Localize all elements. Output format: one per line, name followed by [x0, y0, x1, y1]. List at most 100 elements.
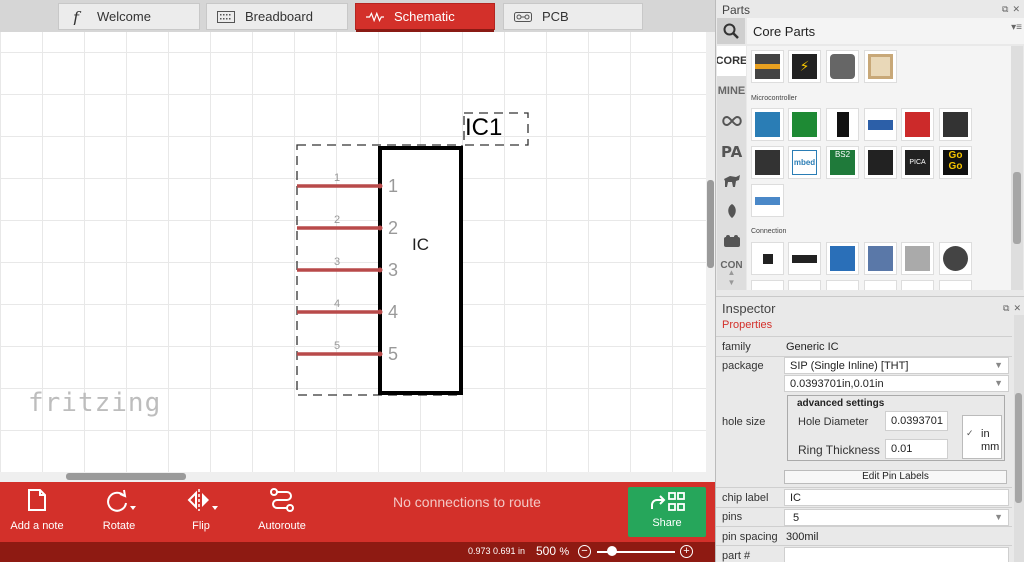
flip-icon	[166, 486, 236, 514]
part-conn-f[interactable]	[939, 280, 972, 290]
part-arduino-uno[interactable]	[751, 108, 784, 141]
tab-schematic[interactable]: Schematic	[355, 3, 495, 32]
part-microbit[interactable]	[939, 108, 972, 141]
zoom-unit: %	[559, 546, 570, 558]
bin-tab-pa[interactable]: PA	[717, 136, 746, 166]
part-lilypad[interactable]	[751, 184, 784, 217]
part-crystal[interactable]	[864, 50, 897, 83]
bin-tab-seeed[interactable]	[717, 196, 746, 226]
property-row-family: family Generic IC	[716, 336, 1012, 356]
part-pica[interactable]: PICA	[901, 146, 934, 179]
scroll-thumb[interactable]	[707, 180, 714, 268]
scroll-thumb[interactable]	[1015, 393, 1022, 503]
ring-thickness-label: Ring Thickness	[798, 443, 880, 457]
pins-select[interactable]: 5 ▼	[784, 509, 1009, 526]
breadboard-icon	[217, 10, 235, 24]
part-mbed[interactable]: mbed	[788, 146, 821, 179]
zoom-level[interactable]: 500 %	[536, 544, 569, 558]
parts-bin-scrollbar[interactable]	[1011, 46, 1023, 290]
hole-size-label: hole size	[722, 416, 766, 428]
zoom-slider-handle[interactable]	[607, 546, 617, 556]
part-number-input[interactable]	[784, 547, 1009, 562]
bin-tab-mine[interactable]: MINE	[717, 76, 746, 106]
chip-label-input[interactable]: IC	[784, 489, 1009, 506]
zoom-out-button[interactable]: −	[578, 545, 591, 558]
pin-2-number: 2	[334, 214, 340, 226]
part-conn-a[interactable]	[751, 280, 784, 290]
part-din[interactable]	[939, 242, 972, 275]
flip-button[interactable]: Flip	[166, 486, 236, 538]
part-conn-d[interactable]	[864, 280, 897, 290]
part-db9[interactable]	[864, 242, 897, 275]
part-bs2[interactable]: BS2	[826, 146, 859, 179]
close-icon[interactable]: ✕	[1012, 4, 1020, 15]
autoroute-button[interactable]: Autoroute	[247, 486, 317, 538]
unit-mm-option[interactable]: mm	[981, 441, 999, 453]
part-matrix-board[interactable]	[751, 146, 784, 179]
part-micro-board[interactable]	[864, 108, 897, 141]
svg-text:f: f	[72, 9, 82, 25]
part-battery[interactable]	[751, 50, 784, 83]
parts-bin-grid: ⚡ Microcontroller mbed BS2 PICA Go Go Con…	[747, 46, 1015, 290]
unit-in-option[interactable]: in	[981, 428, 990, 440]
tab-breadboard[interactable]: Breadboard	[206, 3, 348, 30]
scroll-thumb[interactable]	[1013, 172, 1021, 244]
unit-selector[interactable]: ✓ in mm	[962, 415, 1002, 459]
canvas-vertical-scrollbar[interactable]	[706, 32, 715, 482]
hole-size-select[interactable]: 0.0393701in,0.01in ▼	[784, 375, 1009, 392]
schematic-icon	[366, 10, 384, 24]
pins-label: pins	[722, 511, 743, 523]
zoom-in-button[interactable]: +	[680, 545, 693, 558]
part-usb[interactable]	[901, 242, 934, 275]
part-power-supply[interactable]: ⚡	[788, 50, 821, 83]
category-connection: Connection	[751, 228, 787, 235]
part-header[interactable]	[788, 242, 821, 275]
bin-tab-animal[interactable]	[717, 166, 746, 196]
ring-thickness-input[interactable]: 0.01	[885, 439, 948, 459]
share-button[interactable]: Share	[628, 487, 706, 537]
parts-bin-tabs: CORE MINE PA CON	[717, 46, 746, 280]
tab-welcome[interactable]: f Welcome	[58, 3, 200, 30]
part-conn-b[interactable]	[788, 280, 821, 290]
bin-tab-scroll-arrows[interactable]: ▲ ▼	[717, 268, 746, 290]
properties-heading: Properties	[722, 319, 773, 331]
pin-3-number: 3	[334, 256, 340, 268]
part-conn-e[interactable]	[901, 280, 934, 290]
pin-5-number: 5	[334, 340, 340, 352]
canvas-horizontal-scrollbar[interactable]	[0, 472, 706, 482]
part-raspberry-pi[interactable]	[788, 108, 821, 141]
parts-search-button[interactable]	[717, 18, 745, 44]
tab-pcb[interactable]: PCB	[503, 3, 643, 30]
part-gogo-board[interactable]: Go Go	[939, 146, 972, 179]
bin-tab-arduino[interactable]	[717, 106, 746, 136]
share-label: Share	[652, 517, 682, 529]
checkmark-icon: ✓	[966, 428, 974, 438]
bin-tab-shield[interactable]	[717, 226, 746, 256]
status-bar: 0.973 0.691 in 500 % − +	[0, 542, 715, 562]
inspector-scrollbar[interactable]	[1014, 315, 1024, 562]
animal-icon	[723, 175, 740, 187]
bin-menu-icon[interactable]: ▾≡	[1011, 22, 1022, 33]
hole-diameter-input[interactable]: 0.0393701	[885, 411, 948, 431]
part-picaxe[interactable]	[864, 146, 897, 179]
close-icon[interactable]: ✕	[1013, 303, 1021, 314]
part-stepper[interactable]	[826, 50, 859, 83]
part-conn-c[interactable]	[826, 280, 859, 290]
chevron-down-icon: ▼	[994, 512, 1003, 522]
tab-pcb-label: PCB	[542, 9, 569, 24]
scroll-thumb[interactable]	[66, 473, 186, 480]
float-icon[interactable]: ⧉	[1003, 303, 1009, 314]
add-note-button[interactable]: Add a note	[2, 486, 72, 538]
part-red-board[interactable]	[901, 108, 934, 141]
package-select[interactable]: SIP (Single Inline) [THT] ▼	[784, 357, 1009, 374]
bin-tab-core[interactable]: CORE	[717, 46, 746, 76]
part-arduino-nano[interactable]	[826, 108, 859, 141]
rotate-button[interactable]: Rotate	[84, 486, 154, 538]
float-icon[interactable]: ⧉	[1002, 4, 1008, 15]
pin-5-label: 5	[388, 344, 398, 364]
schematic-canvas[interactable]: 1 2 3 4 5 1 2 3 4 5 IC IC1 fritzing	[0, 32, 709, 472]
part-jumper[interactable]	[751, 242, 784, 275]
part-screw-terminal[interactable]	[826, 242, 859, 275]
edit-pin-labels-button[interactable]: Edit Pin Labels	[784, 470, 1007, 484]
advanced-settings-title: advanced settings	[797, 398, 885, 409]
